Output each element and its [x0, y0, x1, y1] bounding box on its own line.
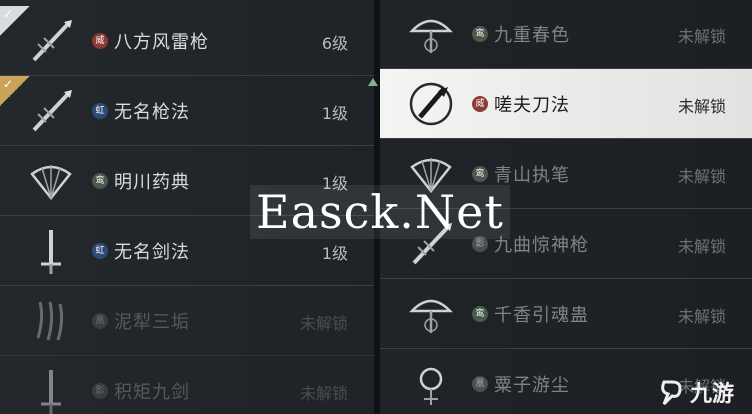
fan-icon [24, 154, 78, 208]
skill-row[interactable]: 鸾九重春色 未解锁 [380, 0, 752, 69]
skill-level: 未解锁 [677, 237, 726, 256]
skill-name: 泥犁三垢 [114, 312, 190, 333]
skill-level: 1级 [321, 244, 348, 263]
skill-name: 八方风雷枪 [114, 32, 209, 53]
skill-name: 青山执笔 [494, 165, 570, 186]
watermark-text: Easck.Net [250, 185, 510, 239]
skill-level: 6级 [321, 34, 348, 53]
logo-mark-icon [661, 380, 682, 406]
school-badge: 凰 [92, 313, 108, 329]
scroll-indicator-icon [368, 78, 378, 86]
school-badge: 虹 [92, 103, 108, 119]
claw-icon [24, 294, 78, 348]
skill-level: 未解锁 [677, 97, 726, 116]
sword-icon [24, 364, 78, 414]
skill-level: 未解锁 [677, 27, 726, 46]
skill-row[interactable]: ✓ 威八方风雷枪 6级 [0, 6, 374, 76]
umbrella-icon [404, 287, 458, 341]
school-badge: 虹 [92, 243, 108, 259]
blade-icon [404, 77, 458, 131]
skill-name: 明川药典 [114, 172, 190, 193]
sword-icon [24, 224, 78, 278]
skill-name: 嗟夫刀法 [494, 95, 570, 116]
umbrella-icon [404, 7, 458, 61]
skill-name: 无名剑法 [114, 242, 190, 263]
ring-icon [404, 357, 458, 411]
school-badge: 鸾 [92, 173, 108, 189]
school-badge: 鸾 [472, 306, 488, 322]
school-badge: 凰 [472, 376, 488, 392]
school-badge: 鸾 [472, 26, 488, 42]
skill-level: 1级 [321, 104, 348, 123]
logo-text: 九游 [689, 382, 734, 407]
skill-row[interactable]: 威嗟夫刀法 未解锁 [380, 69, 752, 139]
skill-name: 九重春色 [494, 25, 570, 46]
school-badge: 影 [92, 383, 108, 399]
skill-name: 积矩九剑 [114, 382, 190, 403]
school-badge: 威 [472, 96, 488, 112]
skill-row[interactable]: 鸾千香引魂蛊 未解锁 [380, 279, 752, 349]
skill-name: 千香引魂蛊 [494, 305, 589, 326]
spear-icon [24, 14, 78, 68]
skill-row[interactable]: ✓ 虹无名枪法 1级 [0, 76, 374, 146]
skill-level: 未解锁 [299, 314, 348, 333]
skill-level: 未解锁 [299, 384, 348, 403]
skill-row[interactable]: 影积矩九剑 未解锁 [0, 356, 374, 414]
skill-name: 粟子游尘 [494, 375, 570, 396]
skill-row[interactable]: 凰泥犁三垢 未解锁 [0, 286, 374, 356]
spear-icon [24, 84, 78, 138]
skill-name: 无名枪法 [114, 102, 190, 123]
school-badge: 鸾 [472, 166, 488, 182]
skill-level: 未解锁 [677, 307, 726, 326]
site-logo: 九游 [658, 376, 734, 408]
skill-level: 未解锁 [677, 167, 726, 186]
school-badge: 威 [92, 33, 108, 49]
